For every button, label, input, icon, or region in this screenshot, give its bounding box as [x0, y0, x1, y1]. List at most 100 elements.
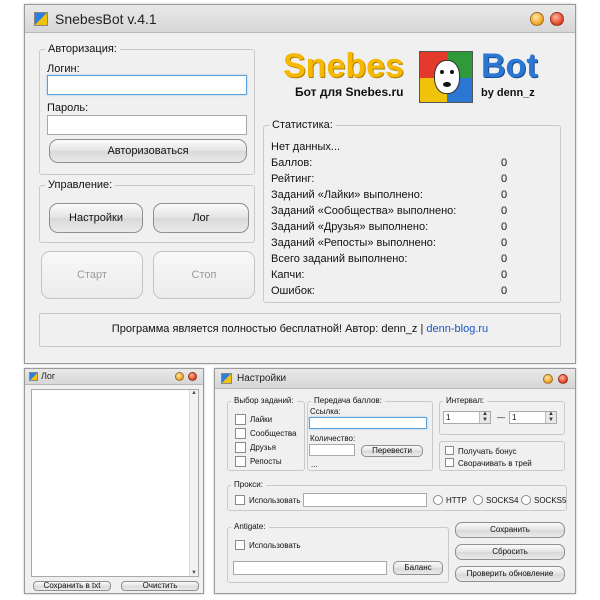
- transfer-ellipsis: ...: [311, 460, 318, 469]
- stat-value: 0: [501, 285, 508, 297]
- antigate-legend: Antigate:: [231, 522, 269, 531]
- settings-minimize-icon[interactable]: [543, 374, 553, 384]
- proxy-http-label: HTTP: [446, 496, 467, 505]
- task-groups-label: Сообщества: [250, 429, 297, 438]
- minimize-icon[interactable]: [530, 12, 544, 26]
- settings-window: Настройки Выбор заданий: Лайки Сообществ…: [214, 368, 576, 594]
- amount-label: Количество:: [310, 434, 356, 443]
- log-title: Лог: [41, 371, 56, 381]
- password-label: Пароль:: [47, 102, 89, 114]
- proxy-socks5-label: SOCKS5: [534, 496, 567, 505]
- logo-dog-icon: [419, 51, 473, 103]
- stat-row-points: Баллов: 0: [271, 157, 508, 169]
- app-icon: [34, 12, 48, 26]
- reset-settings-button[interactable]: Сбросить: [455, 544, 565, 560]
- main-title: SnebesBot v.4.1: [55, 11, 157, 27]
- log-titlebar[interactable]: Лог: [25, 369, 203, 385]
- close-icon[interactable]: [550, 12, 564, 26]
- task-reposts-checkbox[interactable]: [235, 456, 246, 467]
- settings-titlebar[interactable]: Настройки: [215, 369, 575, 389]
- task-groups-checkbox[interactable]: [235, 428, 246, 439]
- task-likes-label: Лайки: [250, 415, 273, 424]
- stat-row-rating: Рейтинг: 0: [271, 173, 508, 185]
- task-friends-checkbox[interactable]: [235, 442, 246, 453]
- auth-legend: Авторизация:: [45, 43, 120, 55]
- log-minimize-icon[interactable]: [175, 372, 184, 381]
- settings-button[interactable]: Настройки: [49, 203, 143, 233]
- proxy-checkbox[interactable]: [235, 495, 245, 505]
- task-likes-checkbox[interactable]: [235, 414, 246, 425]
- proxy-socks5-radio[interactable]: [521, 495, 531, 505]
- main-window: SnebesBot v.4.1 Авторизация: Логин: Паро…: [24, 4, 576, 364]
- tray-checkbox[interactable]: [445, 458, 454, 467]
- antigate-checkbox[interactable]: [235, 540, 245, 550]
- stat-value: 0: [501, 269, 508, 281]
- task-friends-label: Друзья: [250, 443, 276, 452]
- stat-row-captcha: Капчи: 0: [271, 269, 508, 281]
- amount-input[interactable]: [309, 444, 355, 456]
- proxy-socks4-label: SOCKS4: [486, 496, 519, 505]
- interval-from-input[interactable]: 1 ▲ ▼: [443, 411, 491, 424]
- scroll-down-icon[interactable]: ▼: [190, 570, 198, 576]
- login-input[interactable]: [47, 75, 247, 95]
- proxy-use-label: Использовать: [249, 496, 301, 505]
- antigate-use-label: Использовать: [249, 541, 301, 550]
- interval-to-spinner[interactable]: ▲ ▼: [545, 411, 556, 424]
- spin-down-icon[interactable]: ▼: [480, 417, 490, 424]
- link-input[interactable]: [309, 417, 427, 429]
- save-log-button[interactable]: Сохранить в txt: [33, 581, 111, 591]
- log-scrollbar[interactable]: ▲ ▼: [189, 390, 198, 576]
- start-button[interactable]: Старт: [41, 251, 143, 299]
- stop-button[interactable]: Стоп: [153, 251, 255, 299]
- scroll-up-icon[interactable]: ▲: [190, 390, 198, 396]
- log-textarea[interactable]: ▲ ▼: [31, 389, 199, 577]
- tasks-legend: Выбор заданий:: [231, 396, 297, 405]
- login-button[interactable]: Авторизоваться: [49, 139, 247, 163]
- task-reposts-label: Репосты: [250, 457, 282, 466]
- check-update-button[interactable]: Проверить обновление: [455, 566, 565, 582]
- logo: Snebes Bot Бот для Snebes.ru by denn_z: [283, 47, 553, 107]
- stat-row-likes: Заданий «Лайки» выполнено: 0: [271, 189, 508, 201]
- footer: Программа является полностью бесплатной!…: [39, 323, 561, 335]
- proxy-socks4-radio[interactable]: [473, 495, 483, 505]
- logo-left-text: Snebes: [283, 47, 404, 85]
- password-input[interactable]: [47, 115, 247, 135]
- log-button[interactable]: Лог: [153, 203, 249, 233]
- stat-value: 0: [501, 205, 508, 217]
- transfer-button[interactable]: Перевести: [361, 445, 423, 457]
- antigate-key-input[interactable]: [233, 561, 387, 575]
- stat-row-friends: Заданий «Друзья» выполнено: 0: [271, 221, 508, 233]
- proxy-http-radio[interactable]: [433, 495, 443, 505]
- logo-by: by denn_z: [481, 87, 535, 99]
- tray-label: Сворачивать в трей: [458, 459, 532, 468]
- stats-panel: Нет данных... Баллов: 0 Рейтинг: 0 Заданий…: [263, 125, 561, 303]
- proxy-input[interactable]: [303, 493, 427, 507]
- save-settings-button[interactable]: Сохранить: [455, 522, 565, 538]
- stat-value: 0: [501, 189, 508, 201]
- main-titlebar[interactable]: SnebesBot v.4.1: [25, 5, 575, 33]
- log-window: Лог ▲ ▼ Сохранить в txt Очистить: [24, 368, 204, 594]
- interval-from-spinner[interactable]: ▲ ▼: [479, 411, 490, 424]
- clear-log-button[interactable]: Очистить: [121, 581, 199, 591]
- logo-subtitle: Бот для Snebes.ru: [295, 85, 404, 99]
- stat-value: 0: [501, 221, 508, 233]
- balance-button[interactable]: Баланс: [393, 561, 443, 575]
- bonus-checkbox[interactable]: [445, 446, 454, 455]
- log-close-icon[interactable]: [188, 372, 197, 381]
- author-link[interactable]: denn-blog.ru: [426, 323, 488, 335]
- login-label: Логин:: [47, 63, 80, 75]
- stat-row-total: Всего заданий выполнено: 0: [271, 253, 508, 265]
- interval-to-input[interactable]: 1 ▲ ▼: [509, 411, 557, 424]
- footer-text: Программа является полностью бесплатной!…: [111, 323, 424, 335]
- stat-value: 0: [501, 157, 508, 169]
- stat-value: 0: [501, 253, 508, 265]
- transfer-legend: Передача баллов:: [311, 396, 385, 405]
- control-legend: Управление:: [45, 179, 116, 191]
- settings-close-icon[interactable]: [558, 374, 568, 384]
- spin-down-icon[interactable]: ▼: [546, 417, 556, 424]
- stat-row-errors: Ошибок: 0: [271, 285, 508, 297]
- stat-row-groups: Заданий «Сообщества» выполнено: 0: [271, 205, 508, 217]
- log-app-icon: [29, 372, 38, 381]
- settings-app-icon: [221, 373, 232, 384]
- stat-value: 0: [501, 173, 508, 185]
